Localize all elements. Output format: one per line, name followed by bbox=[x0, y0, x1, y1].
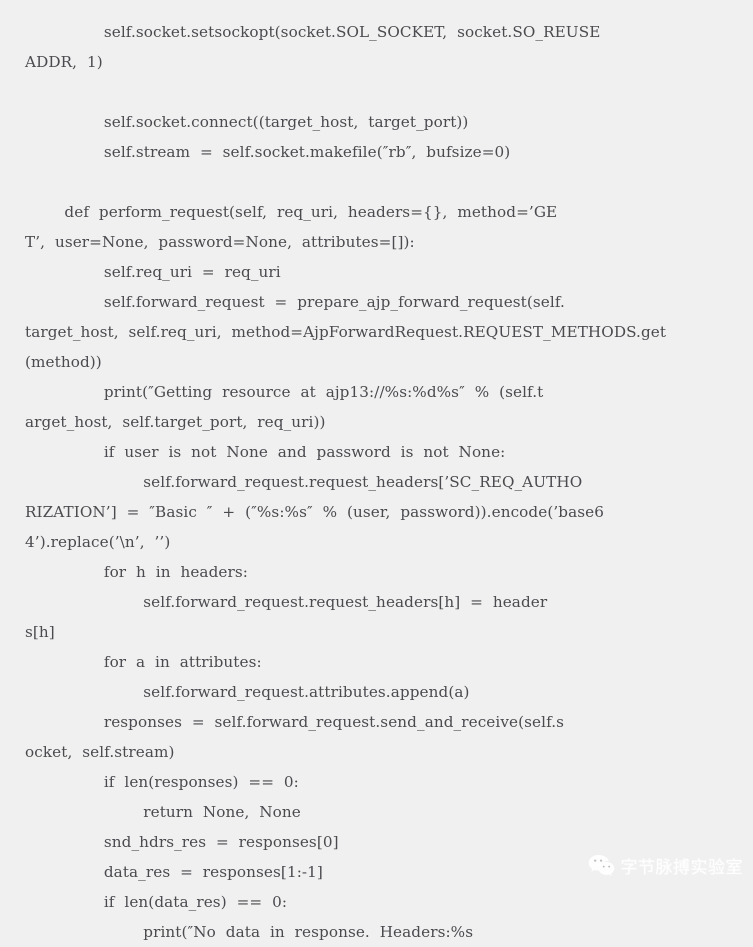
code-screenshot: self.socket.setsockopt(socket.SOL_SOCKET… bbox=[0, 0, 753, 941]
code-line: print(″Getting resource at ajp13://%s:%d… bbox=[25, 383, 544, 402]
code-line: responses = self.forward_request.send_an… bbox=[25, 713, 565, 732]
code-line: data_res = responses[1:-1] bbox=[25, 863, 323, 882]
code-line: self.socket.connect((target_host, target… bbox=[25, 113, 469, 132]
code-line: self.forward_request = prepare_ajp_forwa… bbox=[25, 293, 565, 312]
code-line: self.forward_request.attributes.append(a… bbox=[25, 683, 470, 702]
code-line: if len(data_res) == 0: bbox=[25, 893, 288, 912]
code-line: self.stream = self.socket.makefile(″rb″,… bbox=[25, 143, 511, 162]
code-block: self.socket.setsockopt(socket.SOL_SOCKET… bbox=[0, 17, 753, 947]
code-line: RIZATION’] = ″Basic ″ + (″%s:%s″ % (user… bbox=[25, 503, 605, 522]
code-line: for h in headers: bbox=[25, 563, 248, 582]
code-line: for a in attributes: bbox=[25, 653, 262, 672]
code-line: ocket, self.stream) bbox=[25, 743, 175, 762]
code-line: def perform_request(self, req_uri, heade… bbox=[25, 203, 558, 222]
code-line: self.forward_request.request_headers[’SC… bbox=[25, 473, 583, 492]
code-line: target_host, self.req_uri, method=AjpFor… bbox=[25, 323, 667, 342]
code-line: self.socket.setsockopt(socket.SOL_SOCKET… bbox=[25, 23, 601, 42]
code-line: snd_hdrs_res = responses[0] bbox=[25, 833, 339, 852]
code-line: T’, user=None, password=None, attributes… bbox=[25, 233, 415, 252]
code-line: arget_host, self.target_port, req_uri)) bbox=[25, 413, 326, 432]
code-line: ADDR, 1) bbox=[25, 53, 103, 72]
code-line: if len(responses) == 0: bbox=[25, 773, 299, 792]
code-line: self.forward_request.request_headers[h] … bbox=[25, 593, 548, 612]
code-line: 4’).replace(’\n’, ’’) bbox=[25, 533, 171, 552]
code-line: return None, None bbox=[25, 803, 301, 822]
code-line: print(″No data in response. Headers:%s bbox=[25, 923, 474, 942]
code-line: self.req_uri = req_uri bbox=[25, 263, 281, 282]
code-line: (method)) bbox=[25, 353, 102, 372]
code-line: s[h] bbox=[25, 623, 55, 642]
code-line: if user is not None and password is not … bbox=[25, 443, 506, 462]
